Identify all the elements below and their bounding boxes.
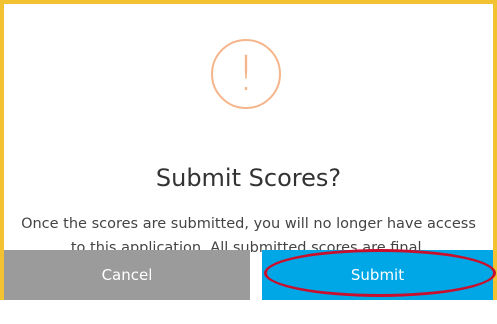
bottom-strip [0, 300, 497, 324]
cancel-button-label: Cancel [101, 266, 153, 284]
submit-button[interactable]: Submit [262, 250, 493, 300]
cancel-button[interactable]: Cancel [4, 250, 250, 300]
exclamation-icon: ! [211, 39, 281, 109]
exclamation-mark: ! [236, 46, 256, 102]
dialog-title: Submit Scores? [155, 164, 342, 192]
submit-button-label: Submit [350, 266, 405, 284]
